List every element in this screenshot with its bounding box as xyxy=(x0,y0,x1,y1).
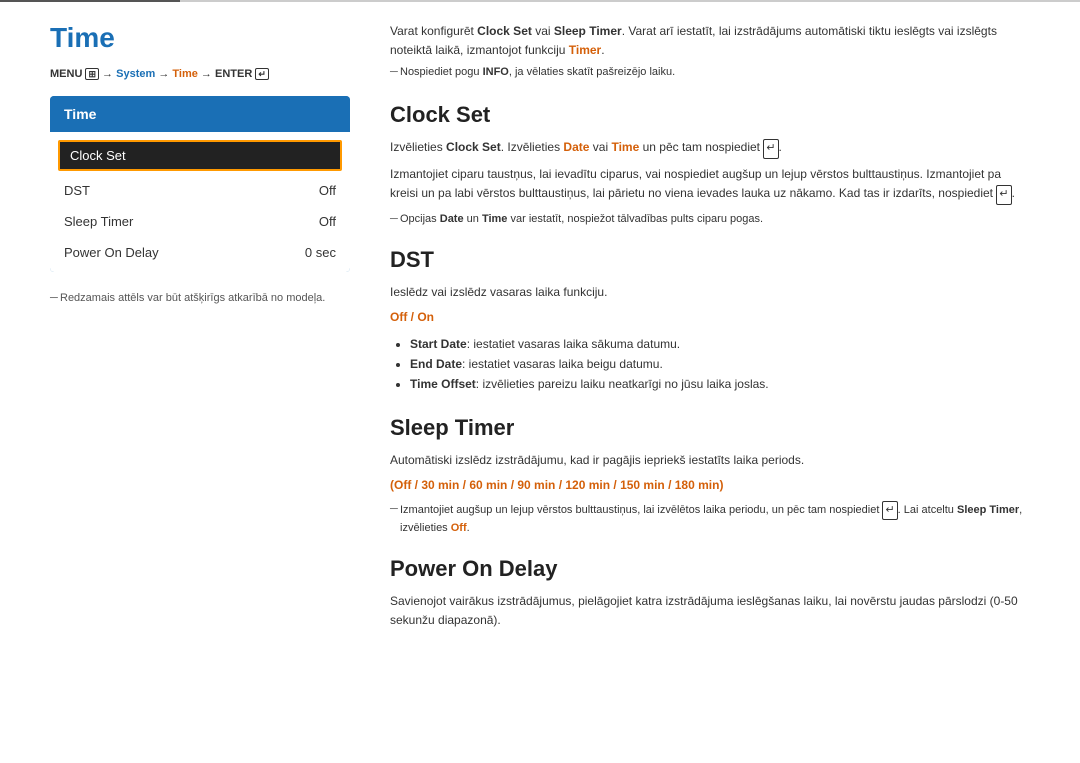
left-footnote: Redzamais attēls var būt atšķirīgs atkar… xyxy=(50,292,350,304)
menu-box-title: Time xyxy=(50,96,350,132)
section-sleep-timer: Sleep Timer Automātiski izslēdz izstrādā… xyxy=(390,415,1030,536)
clock-set-note: Opcijas Date un Time var iestatīt, nospi… xyxy=(390,211,1030,228)
power-on-delay-para1: Savienojot vairākus izstrādājumus, pielā… xyxy=(390,592,1030,630)
menu-path: MENU ⊞ → System → Time → ENTER ↵ xyxy=(50,68,350,80)
clock-set-para2: Izmantojiet ciparu taustņus, lai ievadīt… xyxy=(390,165,1030,205)
menu-items: Clock Set DST Off Sleep Timer Off Power … xyxy=(50,132,350,272)
menu-item-sleep-timer[interactable]: Sleep Timer Off xyxy=(50,206,350,237)
clock-set-para1: Izvēlieties Clock Set. Izvēlieties Date … xyxy=(390,138,1030,159)
menu-item-label: Sleep Timer xyxy=(64,214,133,229)
menu-item-dst[interactable]: DST Off xyxy=(50,175,350,206)
dst-bullet-time-offset: Time Offset: izvēlieties pareizu laiku n… xyxy=(410,374,1030,394)
intro-main-text: Varat konfigurēt Clock Set vai Sleep Tim… xyxy=(390,22,1030,60)
sleep-timer-note: Izmantojiet augšup un lejup vērstos bult… xyxy=(390,501,1030,536)
dst-options: Off / On xyxy=(390,308,1030,327)
section-title-sleep-timer: Sleep Timer xyxy=(390,415,1030,441)
section-title-dst: DST xyxy=(390,247,1030,273)
menu-item-value: 0 sec xyxy=(305,245,336,260)
page-title: Time xyxy=(50,22,350,54)
menu-path-text: MENU ⊞ → System → Time → ENTER ↵ xyxy=(50,68,269,80)
dst-bullet-end-date: End Date: iestatiet vasaras laika beigu … xyxy=(410,354,1030,374)
right-column: Varat konfigurēt Clock Set vai Sleep Tim… xyxy=(390,22,1030,651)
menu-item-value: Off xyxy=(319,183,336,198)
dst-bullet-start-date: Start Date: iestatiet vasaras laika sāku… xyxy=(410,334,1030,354)
menu-item-label: Clock Set xyxy=(70,148,126,163)
intro-note: Nospiediet pogu INFO, ja vēlaties skatīt… xyxy=(390,66,1030,78)
dst-para1: Ieslēdz vai izslēdz vasaras laika funkci… xyxy=(390,283,1030,302)
section-power-on-delay: Power On Delay Savienojot vairākus izstr… xyxy=(390,556,1030,630)
sleep-timer-options: (Off / 30 min / 60 min / 90 min / 120 mi… xyxy=(390,476,1030,495)
dst-bullets: Start Date: iestatiet vasaras laika sāku… xyxy=(410,334,1030,395)
sleep-timer-para1: Automātiski izslēdz izstrādājumu, kad ir… xyxy=(390,451,1030,470)
section-clock-set: Clock Set Izvēlieties Clock Set. Izvēlie… xyxy=(390,102,1030,227)
menu-item-power-on-delay[interactable]: Power On Delay 0 sec xyxy=(50,237,350,268)
page-container: Time MENU ⊞ → System → Time → ENTER ↵ Ti… xyxy=(0,0,1080,691)
menu-box: Time Clock Set DST Off Sleep Timer Off xyxy=(50,96,350,272)
menu-item-clock-set[interactable]: Clock Set xyxy=(58,140,342,171)
section-dst: DST Ieslēdz vai izslēdz vasaras laika fu… xyxy=(390,247,1030,395)
content-area: Time MENU ⊞ → System → Time → ENTER ↵ Ti… xyxy=(0,2,1080,691)
left-column: Time MENU ⊞ → System → Time → ENTER ↵ Ti… xyxy=(50,22,350,651)
section-title-power-on-delay: Power On Delay xyxy=(390,556,1030,582)
menu-item-label: Power On Delay xyxy=(64,245,159,260)
menu-item-label: DST xyxy=(64,183,90,198)
menu-item-value: Off xyxy=(319,214,336,229)
section-title-clock-set: Clock Set xyxy=(390,102,1030,128)
